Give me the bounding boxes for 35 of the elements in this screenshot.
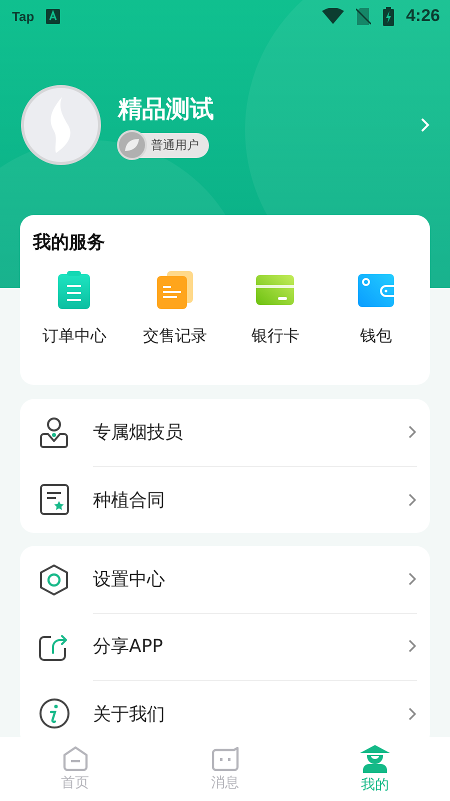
app-notification-icon	[46, 8, 60, 24]
clipboard-icon	[58, 271, 90, 309]
menu-item[interactable]: 关于我们	[93, 702, 408, 726]
menu-item[interactable]: 种植合同	[93, 488, 408, 512]
info-icon	[38, 698, 70, 729]
menu-item[interactable]: 设置中心	[93, 567, 408, 591]
share-icon	[39, 632, 69, 660]
bank-card-icon	[256, 275, 294, 305]
message-icon	[212, 746, 238, 770]
chevron-right-icon[interactable]	[408, 572, 417, 586]
service-item[interactable]: 订单中心	[24, 268, 124, 347]
documents-icon	[156, 271, 193, 309]
service-item[interactable]: 银行卡	[225, 268, 326, 347]
user-level-badge: 普通用户	[118, 132, 209, 158]
service-item[interactable]: 交售记录	[124, 268, 225, 347]
chevron-right-icon[interactable]	[408, 492, 417, 506]
menu-item[interactable]: 专属烟技员	[93, 420, 408, 444]
app-label: Tap	[12, 8, 34, 24]
wifi-icon	[322, 8, 344, 24]
battery-charging-icon	[382, 6, 394, 26]
person-icon	[40, 416, 68, 448]
farmer-icon	[360, 744, 390, 772]
wallet-icon	[358, 274, 394, 306]
home-icon	[62, 746, 88, 771]
settings-icon	[39, 564, 69, 596]
no-sim-icon	[356, 8, 371, 24]
user-name: 精品测试	[118, 94, 215, 124]
chevron-right-icon[interactable]	[408, 706, 417, 720]
clock: 4:26	[406, 6, 440, 26]
section-title: 我的服务	[32, 231, 106, 254]
chevron-right-icon[interactable]	[408, 425, 417, 439]
leaf-icon	[117, 130, 147, 160]
service-item[interactable]: 钱包	[326, 268, 426, 347]
chevron-right-icon[interactable]	[408, 639, 417, 653]
menu-item[interactable]: 分享APP	[93, 634, 408, 658]
